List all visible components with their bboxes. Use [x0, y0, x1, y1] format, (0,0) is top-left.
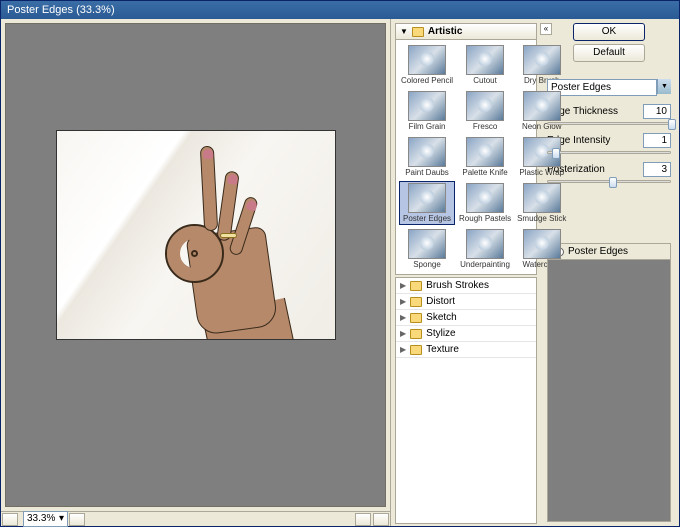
effect-layer-label: Poster Edges: [568, 246, 628, 257]
filter-thumb-label: Paint Daubs: [405, 168, 449, 177]
category-item-label: Distort: [426, 296, 455, 307]
zoom-select[interactable]: 33.3% ▾: [23, 511, 68, 527]
category-item-stylize[interactable]: ▶ Stylize: [396, 326, 536, 342]
category-item-distort[interactable]: ▶ Distort: [396, 294, 536, 310]
zoom-out-button[interactable]: [2, 513, 18, 526]
category-item-label: Texture: [426, 344, 459, 355]
scroll-right-button[interactable]: [373, 513, 389, 526]
ok-button[interactable]: OK: [573, 23, 645, 41]
filter-thumb-icon: [523, 91, 561, 121]
filter-thumb-label: Rough Pastels: [459, 214, 511, 223]
effect-layer-row[interactable]: Poster Edges: [548, 244, 670, 260]
triangle-right-icon: ▶: [400, 329, 406, 338]
scroll-left-button[interactable]: [355, 513, 371, 526]
category-artistic-header[interactable]: ▼ Artistic: [395, 23, 537, 40]
main-area: 33.3% ▾ ▼ Artistic Colored Pencil Cutout D…: [1, 19, 679, 526]
filter-thumb-sponge[interactable]: Sponge: [399, 227, 455, 271]
preview-footer: 33.3% ▾: [1, 511, 390, 526]
filter-thumb-label: Colored Pencil: [401, 76, 453, 85]
slider-thumb[interactable]: [552, 148, 560, 159]
folder-icon: [410, 281, 422, 291]
filter-thumb-poster-edges[interactable]: Poster Edges: [399, 181, 455, 225]
category-item-label: Brush Strokes: [426, 280, 489, 291]
filter-thumb-palette-knife[interactable]: Palette Knife: [457, 135, 513, 179]
filter-thumb-film-grain[interactable]: Film Grain: [399, 89, 455, 133]
sliders-group: Edge Thickness10 Edge Intensity1 Posteriza…: [547, 96, 671, 183]
slider-edge-intensity: Edge Intensity1: [547, 133, 671, 154]
filter-thumb-icon: [523, 183, 561, 213]
slider-edge-thickness: Edge Thickness10: [547, 104, 671, 125]
filter-thumb-icon: [466, 183, 504, 213]
slider-track[interactable]: [547, 122, 671, 125]
category-item-sketch[interactable]: ▶ Sketch: [396, 310, 536, 326]
filter-thumb-icon: [466, 91, 504, 121]
filter-thumb-icon: [523, 45, 561, 75]
folder-icon: [410, 329, 422, 339]
filter-thumb-label: Film Grain: [409, 122, 446, 131]
filter-thumb-fresco[interactable]: Fresco: [457, 89, 513, 133]
filter-thumb-icon: [408, 183, 446, 213]
zoom-in-button[interactable]: [69, 513, 85, 526]
triangle-right-icon: ▶: [400, 281, 406, 290]
filter-thumb-label: Poster Edges: [403, 214, 451, 223]
titlebar[interactable]: Poster Edges (33.3%): [1, 1, 679, 19]
slider-track[interactable]: [547, 180, 671, 183]
effect-layers-panel: Poster Edges: [547, 243, 671, 522]
collapse-button[interactable]: «: [540, 23, 552, 35]
filter-thumb-underpainting[interactable]: Underpainting: [457, 227, 513, 271]
filter-thumb-icon: [408, 229, 446, 259]
preview-image: [56, 130, 336, 340]
slider-thumb[interactable]: [609, 177, 617, 188]
preview-pane: 33.3% ▾: [1, 19, 391, 526]
chevron-down-icon: ▾: [59, 513, 64, 525]
filter-thumb-label: Cutout: [473, 76, 497, 85]
filter-thumb-icon: [408, 45, 446, 75]
category-label: Artistic: [428, 26, 462, 37]
filter-thumb-cutout[interactable]: Cutout: [457, 43, 513, 87]
folder-icon: [410, 345, 422, 355]
triangle-right-icon: ▶: [400, 297, 406, 306]
category-item-label: Stylize: [426, 328, 455, 339]
filter-thumb-icon: [408, 137, 446, 167]
filter-thumbnails-grid: Colored PencilCutoutDry BrushFilm GrainF…: [395, 40, 537, 275]
filter-browser: ▼ Artistic Colored PencilCutoutDry Brush…: [391, 19, 539, 526]
filter-thumb-icon: [408, 91, 446, 121]
folder-icon: [410, 297, 422, 307]
filter-thumb-icon: [466, 137, 504, 167]
filter-thumb-label: Palette Knife: [462, 168, 507, 177]
filter-thumb-label: Sponge: [413, 260, 441, 269]
filter-thumb-icon: [466, 229, 504, 259]
slider-value-input[interactable]: 3: [643, 162, 671, 177]
category-item-label: Sketch: [426, 312, 457, 323]
triangle-right-icon: ▶: [400, 313, 406, 322]
triangle-right-icon: ▶: [400, 345, 406, 354]
category-list: ▶ Brush Strokes ▶ Distort ▶ Sketch ▶ Stylize ▶ Te…: [395, 277, 537, 524]
slider-posterization: Posterization3: [547, 162, 671, 183]
filter-thumb-rough-pastels[interactable]: Rough Pastels: [457, 181, 513, 225]
filter-thumb-icon: [523, 229, 561, 259]
category-item-texture[interactable]: ▶ Texture: [396, 342, 536, 358]
hand-illustration: [147, 151, 297, 340]
triangle-down-icon: ▼: [400, 27, 408, 36]
filter-thumb-colored-pencil[interactable]: Colored Pencil: [399, 43, 455, 87]
button-row: OK Default: [547, 23, 671, 65]
slider-value-input[interactable]: 1: [643, 133, 671, 148]
slider-track[interactable]: [547, 151, 671, 154]
filter-thumb-label: Underpainting: [460, 260, 510, 269]
filter-thumb-label: Fresco: [473, 122, 497, 131]
slider-thumb[interactable]: [668, 119, 676, 130]
category-item-brush-strokes[interactable]: ▶ Brush Strokes: [396, 278, 536, 294]
zoom-value: 33.3%: [27, 513, 55, 525]
slider-value-input[interactable]: 10: [643, 104, 671, 119]
filter-thumb-paint-daubs[interactable]: Paint Daubs: [399, 135, 455, 179]
default-button[interactable]: Default: [573, 44, 645, 62]
chevron-down-icon: ▼: [657, 79, 671, 94]
filter-gallery-dialog: Poster Edges (33.3%): [0, 0, 680, 527]
filter-thumb-icon: [466, 45, 504, 75]
filter-select[interactable]: Poster Edges ▼: [547, 79, 671, 96]
folder-icon: [410, 313, 422, 323]
preview-canvas[interactable]: [5, 23, 386, 507]
folder-icon: [412, 27, 424, 37]
